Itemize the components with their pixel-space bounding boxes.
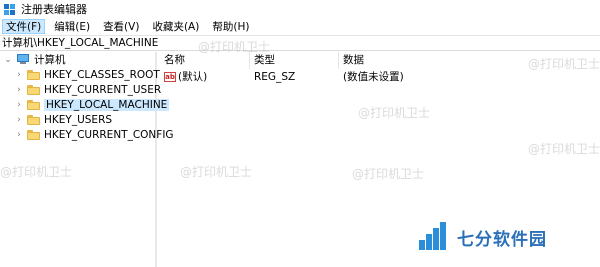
brand-name: 七分软件园 — [457, 229, 547, 250]
chevron-right-icon[interactable]: › — [15, 127, 23, 142]
table-row[interactable]: ab (默认) REG_SZ (数值未设置) — [159, 70, 600, 85]
menu-bar: 文件(F) 编辑(E) 查看(V) 收藏夹(A) 帮助(H) — [0, 18, 600, 34]
watermark: @打印机卫士 — [358, 106, 431, 120]
folder-icon — [27, 129, 40, 140]
tree-item-hkey-classes-root[interactable]: › HKEY_CLASSES_ROOT — [15, 67, 160, 82]
menu-favorites[interactable]: 收藏夹(A) — [148, 19, 203, 34]
chevron-right-icon[interactable]: › — [15, 112, 23, 127]
registry-editor-icon — [4, 3, 16, 15]
tree-item-hkey-current-user[interactable]: › HKEY_CURRENT_USER — [15, 82, 161, 97]
tree-item-label: HKEY_USERS — [44, 113, 113, 126]
tree-item-computer[interactable]: ⌄ 计算机 — [4, 52, 66, 67]
tree-item-hkey-users[interactable]: › HKEY_USERS — [15, 112, 112, 127]
value-type: REG_SZ — [254, 71, 296, 83]
menu-view[interactable]: 查看(V) — [99, 19, 143, 34]
chevron-right-icon[interactable]: › — [15, 82, 23, 97]
window-title: 注册表编辑器 — [21, 3, 87, 16]
tree-item-hkey-local-machine[interactable]: › HKEY_LOCAL_MACHINE — [15, 97, 170, 112]
watermark: @打印机卫士 — [352, 167, 425, 181]
address-bar[interactable]: 计算机\HKEY_LOCAL_MACHINE — [0, 35, 600, 51]
watermark: @打印机卫士 — [0, 165, 73, 179]
folder-icon — [27, 69, 40, 80]
tree-item-label: 计算机 — [34, 54, 66, 66]
chevron-right-icon[interactable]: › — [15, 97, 23, 112]
chevron-down-icon[interactable]: ⌄ — [4, 52, 12, 67]
value-data: (数值未设置) — [343, 71, 404, 83]
title-bar: 注册表编辑器 — [0, 0, 600, 18]
watermark: @打印机卫士 — [198, 40, 271, 54]
column-header-data[interactable]: 数据 — [338, 52, 538, 69]
tree-item-hkey-current-config[interactable]: › HKEY_CURRENT_CONFIG — [15, 127, 174, 142]
brand-logo: 七分软件园 — [417, 221, 547, 253]
watermark: @打印机卫士 — [180, 165, 253, 179]
folder-icon — [27, 114, 40, 125]
tree-item-label: HKEY_CURRENT_CONFIG — [44, 128, 174, 141]
bar-chart-logo-icon — [417, 221, 449, 253]
folder-icon — [27, 99, 40, 110]
value-name-cell: ab (默认) — [164, 70, 207, 85]
menu-file[interactable]: 文件(F) — [2, 18, 46, 34]
folder-icon — [27, 84, 40, 95]
watermark: @打印机卫士 — [528, 57, 600, 71]
chevron-right-icon[interactable]: › — [15, 67, 23, 82]
tree-item-label: HKEY_CURRENT_USER — [44, 83, 162, 96]
tree-pane: ⌄ 计算机 › HKEY_CLASSES_ROOT › HKEY_CURRENT… — [0, 52, 174, 267]
watermark: @打印机卫士 — [528, 142, 600, 156]
string-value-icon: ab — [164, 72, 176, 82]
computer-icon — [16, 54, 30, 65]
tree-item-label: HKEY_CLASSES_ROOT — [44, 68, 160, 81]
menu-edit[interactable]: 编辑(E) — [50, 19, 94, 34]
tree-item-label: HKEY_LOCAL_MACHINE — [44, 98, 170, 111]
menu-help[interactable]: 帮助(H) — [208, 19, 253, 34]
value-name: (默认) — [178, 71, 208, 83]
